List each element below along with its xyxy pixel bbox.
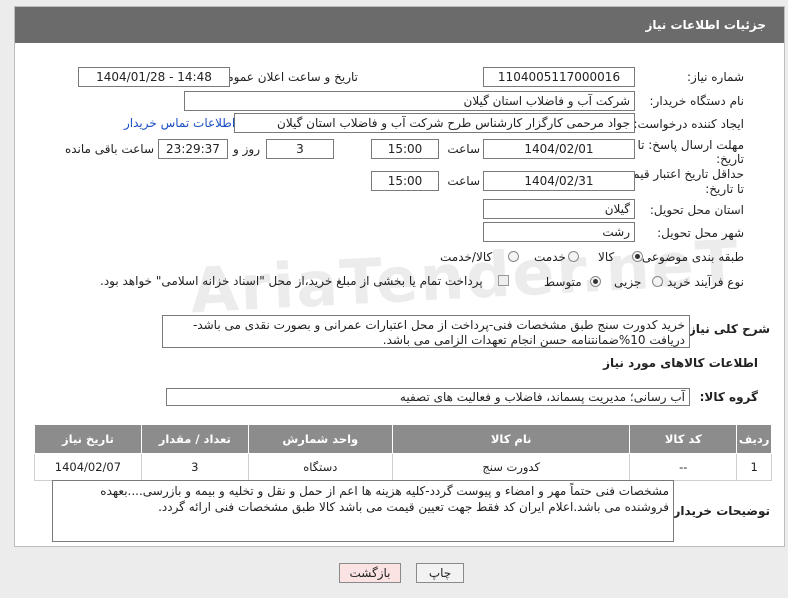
goods-table-header: ردیف کد کالا نام کالا واحد شمارش تعداد /… <box>34 424 772 454</box>
buyer-notes-label: توضیحات خریدار: <box>668 504 770 518</box>
remaining-time-label: ساعت باقی مانده <box>64 142 154 156</box>
announce-label: تاریخ و ساعت اعلان عمومی: <box>213 70 358 84</box>
col-code: کد کالا <box>629 424 738 454</box>
reply-deadline-label-2: تاریخ: <box>716 152 744 166</box>
radio-icon <box>568 251 579 262</box>
description-field: خرید کدورت سنج طبق مشخصات فنی-پرداخت از … <box>162 315 690 348</box>
radio-icon <box>508 251 519 262</box>
price-deadline-label-2: تا تاریخ: <box>705 182 744 196</box>
cell-unit: دستگاه <box>247 453 393 481</box>
category-radio-goods-service[interactable] <box>508 249 519 263</box>
description-label: شرح کلی نیاز: <box>684 322 770 336</box>
goods-group-field: آب رسانی؛ مدیریت پسماند، فاضلاب و فعالیت… <box>166 388 690 406</box>
need-number-label: شماره نیاز: <box>687 70 744 84</box>
panel-title: جزئیات اطلاعات نیاز <box>15 7 784 43</box>
cell-qty: 3 <box>140 453 249 481</box>
cell-row: 1 <box>736 453 772 481</box>
cell-name: کدورت سنج <box>391 453 631 481</box>
goods-section-title: اطلاعات کالاهای مورد نیاز <box>603 356 758 370</box>
category-goods-service-label: کالا/خدمت <box>440 250 493 264</box>
need-number-field: 1104005117000016 <box>483 67 635 87</box>
creator-label: ایجاد کننده درخواست: <box>633 117 744 131</box>
category-service-label: خدمت <box>534 250 566 264</box>
col-qty: تعداد / مقدار <box>140 424 249 454</box>
cell-code: -- <box>629 453 738 481</box>
category-radio-service[interactable] <box>568 249 579 263</box>
city-label: شهر محل تحویل: <box>657 226 744 240</box>
buyer-org-field: شرکت آب و فاضلاب استان گیلان <box>184 91 635 111</box>
reply-time-field: 15:00 <box>371 139 439 159</box>
cell-date: 1404/02/07 <box>34 453 142 481</box>
province-label: استان محل تحویل: <box>649 203 744 217</box>
reply-deadline-label: مهلت ارسال پاسخ: تا <box>637 138 744 152</box>
process-radio-medium[interactable] <box>590 274 601 288</box>
col-unit: واحد شمارش <box>247 424 393 454</box>
province-field: گیلان <box>483 199 635 219</box>
col-row: ردیف <box>736 424 772 454</box>
reply-time-label: ساعت <box>447 142 480 156</box>
print-button[interactable]: چاپ <box>416 563 464 583</box>
process-radio-minor[interactable] <box>652 274 663 288</box>
buyer-org-label: نام دستگاه خریدار: <box>649 94 745 108</box>
process-label: نوع فرآیند خرید : <box>659 275 744 289</box>
price-time-field: 15:00 <box>371 171 439 191</box>
buyer-notes-field: مشخصات فنی حتماً مهر و امضاء و پیوست گرد… <box>52 480 674 542</box>
category-goods-label: کالا <box>598 250 615 264</box>
col-name: نام کالا <box>391 424 631 454</box>
goods-table: ردیف کد کالا نام کالا واحد شمارش تعداد /… <box>34 424 772 481</box>
category-radio-goods[interactable] <box>632 249 643 263</box>
remaining-time-field: 23:29:37 <box>158 139 228 159</box>
back-button[interactable]: بازگشت <box>339 563 401 583</box>
announce-field: 1404/01/28 - 14:48 <box>78 67 230 87</box>
reply-date-field: 1404/02/01 <box>483 139 635 159</box>
category-label: طبقه بندی موضوعی: <box>637 250 744 264</box>
buyer-contact-link[interactable]: اطلاعات تماس خریدار <box>124 116 235 130</box>
radio-icon <box>652 276 663 287</box>
radio-selected-icon <box>590 276 601 287</box>
creator-field: جواد مرحمی کارگزار کارشناس طرح شرکت آب و… <box>234 113 635 133</box>
radio-selected-icon <box>632 251 643 262</box>
price-time-label: ساعت <box>447 174 480 188</box>
payment-note: پرداخت تمام یا بخشی از مبلغ خرید،از محل … <box>100 274 483 288</box>
days-label: روز و <box>233 142 260 156</box>
process-minor-label: جزیی <box>614 275 642 289</box>
treasury-payment-checkbox[interactable] <box>498 273 509 287</box>
city-field: رشت <box>483 222 635 242</box>
col-date: تاریخ نیاز <box>34 424 142 454</box>
price-deadline-label: حداقل تاریخ اعتبار قیمت: <box>617 167 744 181</box>
table-row: 1 -- کدورت سنج دستگاه 3 1404/02/07 <box>34 453 772 481</box>
checkbox-icon <box>498 275 509 286</box>
process-medium-label: متوسط <box>544 275 582 289</box>
goods-group-label: گروه کالا: <box>699 390 758 404</box>
days-field: 3 <box>266 139 334 159</box>
price-date-field: 1404/02/31 <box>483 171 635 191</box>
